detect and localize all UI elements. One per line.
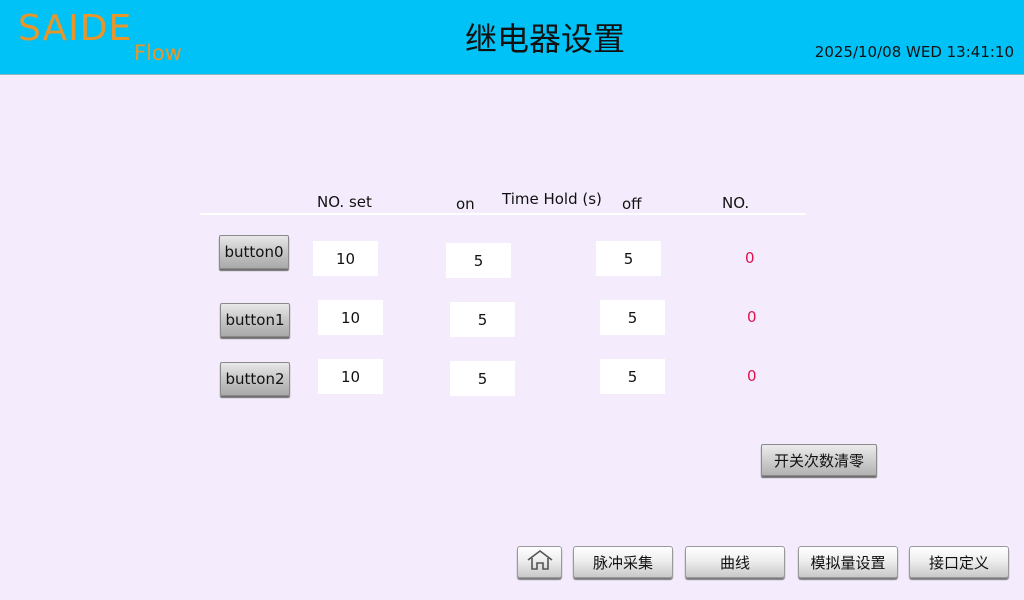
no-set-field-1[interactable]: 10 [318, 300, 383, 335]
off-time-field-2[interactable]: 5 [600, 359, 665, 394]
switch-count-1: 0 [747, 308, 757, 326]
no-set-field-0[interactable]: 10 [313, 241, 378, 276]
interface-definition-button[interactable]: 接口定义 [909, 546, 1009, 578]
no-set-field-2[interactable]: 10 [318, 359, 383, 394]
home-icon [526, 549, 554, 575]
column-header-no: NO. [722, 194, 750, 212]
on-time-field-2[interactable]: 5 [450, 361, 515, 396]
header-divider [200, 213, 806, 215]
relay-button-0[interactable]: button0 [219, 235, 289, 269]
column-header-off: off [622, 195, 642, 213]
on-time-field-1[interactable]: 5 [450, 302, 515, 337]
header-bar: SAIDE Flow 继电器设置 2025/10/08 WED 13:41:10 [0, 0, 1024, 75]
off-time-field-0[interactable]: 5 [596, 241, 661, 276]
datetime: 2025/10/08 WED 13:41:10 [814, 43, 1014, 61]
pulse-acquisition-button[interactable]: 脉冲采集 [573, 546, 673, 578]
on-time-field-0[interactable]: 5 [446, 243, 511, 278]
column-header-time-hold: Time Hold (s) [502, 190, 602, 208]
curve-button[interactable]: 曲线 [685, 546, 785, 578]
home-button[interactable] [517, 546, 562, 578]
relay-button-2[interactable]: button2 [220, 362, 290, 396]
column-header-no-set: NO. set [317, 193, 372, 211]
analog-settings-button[interactable]: 模拟量设置 [798, 546, 898, 578]
relay-button-1[interactable]: button1 [220, 303, 290, 337]
switch-count-2: 0 [747, 367, 757, 385]
clear-switch-count-button[interactable]: 开关次数清零 [761, 444, 877, 476]
off-time-field-1[interactable]: 5 [600, 300, 665, 335]
column-header-on: on [456, 195, 475, 213]
switch-count-0: 0 [745, 249, 755, 267]
